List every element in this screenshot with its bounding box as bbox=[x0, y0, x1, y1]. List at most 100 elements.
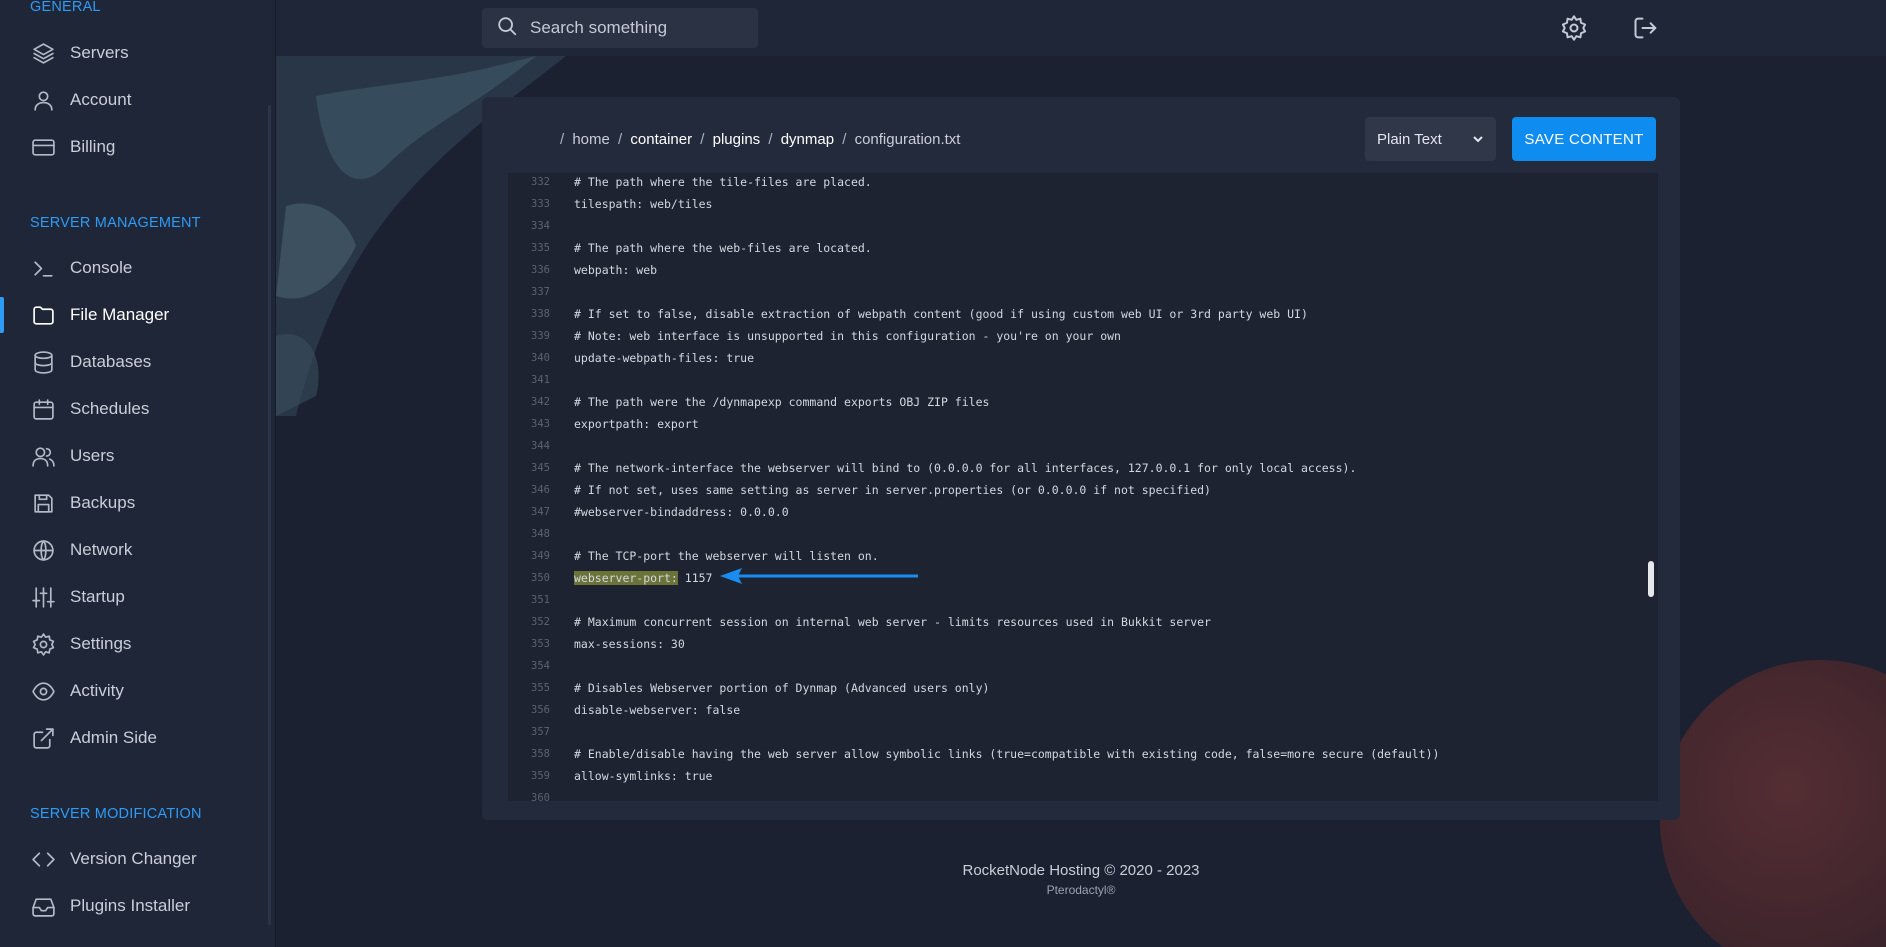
code-line[interactable]: 349 # The TCP-port the webserver will lis… bbox=[508, 545, 1618, 567]
sidebar-item-label: Admin Side bbox=[70, 728, 157, 747]
code-line[interactable]: 359 allow-symlinks: true bbox=[508, 765, 1618, 787]
line-number: 351 bbox=[531, 594, 550, 606]
line-number: 354 bbox=[531, 660, 550, 672]
sidebar-item-console[interactable]: Console bbox=[0, 248, 272, 288]
code-line[interactable]: 350 webserver-port: 1157 bbox=[508, 567, 1618, 589]
line-number: 355 bbox=[531, 682, 550, 694]
line-number: 349 bbox=[531, 550, 550, 562]
line-text: disable-webserver: false bbox=[574, 703, 741, 717]
users-icon bbox=[30, 443, 56, 469]
sidebar-item-activity[interactable]: Activity bbox=[0, 671, 272, 711]
code-line[interactable]: 336 webpath: web bbox=[508, 259, 1618, 281]
sidebar-item-label: Plugins Installer bbox=[70, 896, 191, 915]
code-line[interactable]: 354 bbox=[508, 655, 1618, 677]
sidebar-item-account[interactable]: Account bbox=[0, 80, 272, 120]
code-line[interactable]: 351 bbox=[508, 589, 1618, 611]
line-number: 343 bbox=[531, 418, 550, 430]
code-line[interactable]: 348 bbox=[508, 523, 1618, 545]
code-line[interactable]: 338 # If set to false, disable extraction… bbox=[508, 303, 1618, 325]
code-line[interactable]: 346 # If not set, uses same setting as se… bbox=[508, 479, 1618, 501]
layers-icon bbox=[30, 40, 56, 66]
breadcrumb-segment-dynmap[interactable]: dynmap bbox=[781, 131, 834, 148]
line-text: # The network-interface the webserver wi… bbox=[574, 461, 1357, 475]
line-text: # The TCP-port the webserver will listen… bbox=[574, 549, 879, 563]
sidebar-item-settings[interactable]: Settings bbox=[0, 624, 272, 664]
language-select-value: Plain Text bbox=[1377, 130, 1442, 148]
sidebar-item-backups[interactable]: Backups bbox=[0, 483, 272, 523]
code-line[interactable]: 357 bbox=[508, 721, 1618, 743]
footer-copyright: RocketNode Hosting © 2020 - 2023 bbox=[962, 862, 1200, 879]
line-text: # The path where the tile-files are plac… bbox=[574, 175, 872, 189]
file-editor-card: / home / container / plugins / dynmap / … bbox=[482, 97, 1680, 820]
sidebar-item-schedules[interactable]: Schedules bbox=[0, 389, 272, 429]
code-editor[interactable]: 332 # The path where the tile-files are p… bbox=[508, 173, 1658, 801]
sidebar-item-servers[interactable]: Servers bbox=[0, 33, 272, 73]
sidebar-item-label: Account bbox=[70, 90, 132, 109]
breadcrumb-separator: / bbox=[842, 131, 847, 148]
line-text: update-webpath-files: true bbox=[574, 351, 755, 365]
footer-pterodactyl-link[interactable]: Pterodactyl® bbox=[0, 883, 1886, 897]
breadcrumb-segment-plugins[interactable]: plugins bbox=[713, 131, 761, 148]
code-line[interactable]: 337 bbox=[508, 281, 1618, 303]
code-line[interactable]: 342 # The path were the /dynmapexp comman… bbox=[508, 391, 1618, 413]
save-content-button[interactable]: SAVE CONTENT bbox=[1512, 117, 1656, 161]
line-text: # If set to false, disable extraction of… bbox=[574, 307, 1308, 321]
line-number: 345 bbox=[531, 462, 550, 474]
line-text: # If not set, uses same setting as serve… bbox=[574, 483, 1211, 497]
code-line[interactable]: 344 bbox=[508, 435, 1618, 457]
code-line[interactable]: 356 disable-webserver: false bbox=[508, 699, 1618, 721]
sidebar-item-label: File Manager bbox=[70, 305, 170, 324]
globe-icon bbox=[30, 537, 56, 563]
sidebar-item-databases[interactable]: Databases bbox=[0, 342, 272, 382]
line-text: # Note: web interface is unsupported in … bbox=[574, 329, 1121, 343]
language-select[interactable]: Plain Text bbox=[1365, 117, 1496, 161]
line-number: 348 bbox=[531, 528, 550, 540]
sidebar-item-network[interactable]: Network bbox=[0, 530, 272, 570]
annotation-arrow bbox=[720, 568, 918, 584]
user-icon bbox=[30, 87, 56, 113]
code-line[interactable]: 358 # Enable/disable having the web serve… bbox=[508, 743, 1618, 765]
sidebar-item-file-manager[interactable]: File Manager bbox=[0, 295, 272, 335]
line-text: max-sessions: 30 bbox=[574, 637, 685, 651]
gear-icon bbox=[30, 631, 56, 657]
code-line[interactable]: 339 # Note: web interface is unsupported … bbox=[508, 325, 1618, 347]
save-icon bbox=[30, 490, 56, 516]
code-line[interactable]: 334 bbox=[508, 215, 1618, 237]
code-line[interactable]: 333 tilespath: web/tiles bbox=[508, 193, 1618, 215]
line-text: # Disables Webserver portion of Dynmap (… bbox=[574, 681, 990, 695]
section-title-server-management: SERVER MANAGEMENT bbox=[30, 215, 201, 231]
editor-scrollbar-thumb[interactable] bbox=[1648, 561, 1654, 597]
sidebar-item-admin-side[interactable]: Admin Side bbox=[0, 718, 272, 758]
sidebar-item-label: Databases bbox=[70, 352, 152, 371]
database-icon bbox=[30, 349, 56, 375]
line-text: webserver-port: 1157 bbox=[574, 571, 712, 585]
sidebar-item-billing[interactable]: Billing bbox=[0, 127, 272, 167]
code-line[interactable]: 340 update-webpath-files: true bbox=[508, 347, 1618, 369]
code-line[interactable]: 353 max-sessions: 30 bbox=[508, 633, 1618, 655]
code-line[interactable]: 341 bbox=[508, 369, 1618, 391]
code-line[interactable]: 355 # Disables Webserver portion of Dynma… bbox=[508, 677, 1618, 699]
line-number: 347 bbox=[531, 506, 550, 518]
breadcrumb-segment-home[interactable]: home bbox=[572, 131, 610, 148]
sidebar-item-users[interactable]: Users bbox=[0, 436, 272, 476]
search-input[interactable] bbox=[530, 18, 730, 38]
sidebar-item-startup[interactable]: Startup bbox=[0, 577, 272, 617]
search-box[interactable] bbox=[482, 8, 758, 48]
code-line[interactable]: 345 # The network-interface the webserver… bbox=[508, 457, 1618, 479]
code-line[interactable]: 335 # The path where the web-files are lo… bbox=[508, 237, 1618, 259]
logout-icon[interactable] bbox=[1632, 14, 1660, 42]
line-number: 335 bbox=[531, 242, 550, 254]
line-number: 340 bbox=[531, 352, 550, 364]
code-line[interactable]: 347 #webserver-bindaddress: 0.0.0.0 bbox=[508, 501, 1618, 523]
line-text: allow-symlinks: true bbox=[574, 769, 713, 783]
sidebar-item-label: Startup bbox=[70, 587, 125, 606]
code-line[interactable]: 352 # Maximum concurrent session on inter… bbox=[508, 611, 1618, 633]
code-line[interactable]: 332 # The path where the tile-files are p… bbox=[508, 173, 1618, 193]
line-number: 350 bbox=[531, 572, 550, 584]
section-title-general: GENERAL bbox=[30, 0, 101, 15]
line-number: 346 bbox=[531, 484, 550, 496]
gear-icon[interactable] bbox=[1560, 14, 1588, 42]
code-line[interactable]: 343 exportpath: export bbox=[508, 413, 1618, 435]
breadcrumb-segment-container[interactable]: container bbox=[630, 131, 692, 148]
code-line[interactable]: 360 bbox=[508, 787, 1618, 801]
